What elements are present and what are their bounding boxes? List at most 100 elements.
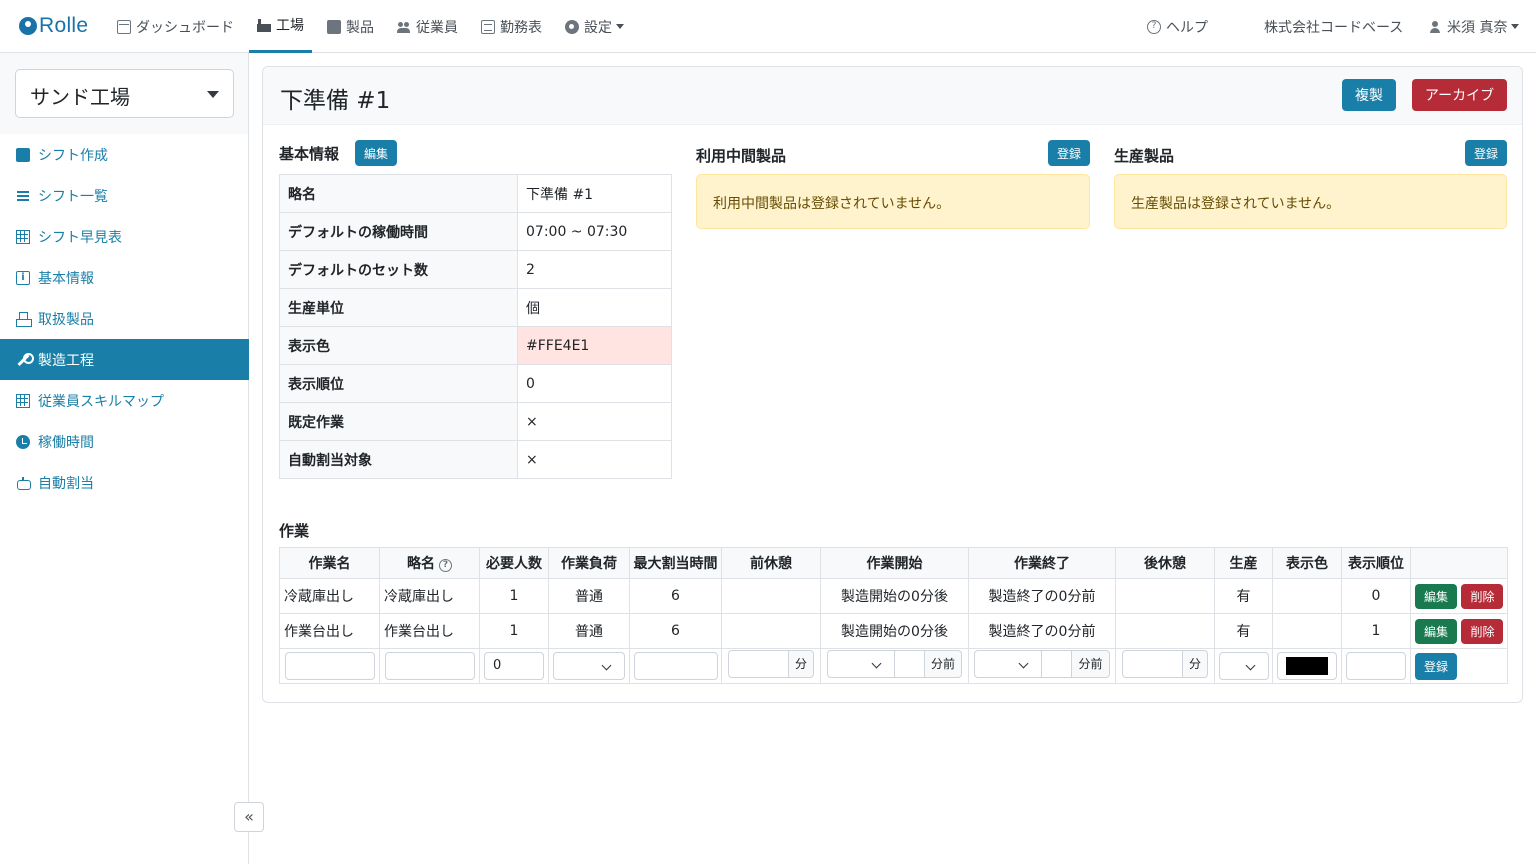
info-value: 下準備 #1 bbox=[517, 174, 672, 213]
sidebar: サンド工場 シフト作成 シフト一覧 シフト早見表 i 基本情報 取扱製品 製造工… bbox=[0, 53, 249, 864]
pre-break-input[interactable] bbox=[727, 650, 789, 678]
task-color bbox=[1272, 578, 1342, 614]
sidebar-item-basic-info[interactable]: i 基本情報 bbox=[0, 257, 249, 298]
info-key: デフォルトのセット数 bbox=[279, 250, 518, 289]
column-header bbox=[1410, 547, 1508, 579]
nav-label: 製品 bbox=[346, 19, 374, 36]
nav-label: ヘルプ bbox=[1166, 19, 1208, 36]
task-load-select[interactable] bbox=[553, 652, 625, 680]
help-icon[interactable]: ? bbox=[439, 559, 452, 572]
nav-label: 勤務表 bbox=[500, 19, 542, 36]
end-base-select[interactable] bbox=[974, 650, 1043, 678]
tasks-table: 作業名 略名? 必要人数 作業負荷 最大割当時間 前休憩 作業開始 作業終了 後… bbox=[279, 547, 1508, 684]
column-header: 後休憩 bbox=[1115, 547, 1215, 579]
info-value: 個 bbox=[517, 288, 672, 327]
start-base-select[interactable] bbox=[826, 650, 895, 678]
info-key: 表示順位 bbox=[279, 364, 518, 403]
task-name-input[interactable] bbox=[284, 652, 375, 680]
task-max-time-input[interactable] bbox=[634, 652, 718, 680]
sidebar-item-operating-hours[interactable]: 稼働時間 bbox=[0, 421, 249, 462]
nav-factory[interactable]: 工場 bbox=[249, 0, 312, 53]
new-task-form-row: 0 分 分前 分前 分 登録 bbox=[279, 648, 1508, 684]
nav-employees[interactable]: 従業員 bbox=[397, 0, 458, 53]
sidebar-item-products[interactable]: 取扱製品 bbox=[0, 298, 249, 339]
task-name: 作業台出し bbox=[279, 613, 380, 649]
task-short-name-input[interactable] bbox=[384, 652, 475, 680]
factory-icon bbox=[257, 18, 271, 32]
list-icon bbox=[16, 189, 30, 203]
robot-icon bbox=[16, 476, 31, 490]
sidebar-item-auto-assign[interactable]: 自動割当 bbox=[0, 462, 249, 503]
nav-label: 従業員 bbox=[416, 19, 458, 36]
task-register-button[interactable]: 登録 bbox=[1415, 652, 1457, 680]
brand-logo[interactable]: Rolle bbox=[19, 14, 88, 38]
column-header: 生産 bbox=[1214, 547, 1273, 579]
task-order: 1 bbox=[1341, 613, 1411, 649]
copy-button[interactable]: 複製 bbox=[1342, 79, 1396, 111]
nav-dashboard[interactable]: ダッシュボード bbox=[117, 0, 234, 53]
nav-products[interactable]: 製品 bbox=[327, 0, 374, 53]
task-edit-button[interactable]: 編集 bbox=[1415, 583, 1457, 609]
basic-info-edit-button[interactable]: 編集 bbox=[355, 140, 397, 166]
produce-select[interactable] bbox=[1219, 652, 1269, 680]
nav-label: 設定 bbox=[584, 19, 612, 36]
intermediate-register-button[interactable]: 登録 bbox=[1048, 140, 1090, 166]
task-post-break bbox=[1115, 613, 1215, 649]
task-order-input[interactable] bbox=[1346, 652, 1406, 680]
table-row: 自動割当対象 × bbox=[279, 440, 672, 479]
sidebar-item-label: 自動割当 bbox=[38, 475, 94, 492]
sidebar-item-process[interactable]: 製造工程 bbox=[0, 339, 249, 380]
column-header: 作業終了 bbox=[968, 547, 1116, 579]
minute-before-unit: 分前 bbox=[1072, 650, 1110, 678]
task-name: 冷蔵庫出し bbox=[279, 578, 380, 614]
produced-register-button[interactable]: 登録 bbox=[1465, 140, 1507, 166]
basic-info-table: 略名 下準備 #1 デフォルトの稼働時間 07:00 ~ 07:30 デフォルトのセ… bbox=[279, 174, 672, 479]
sidebar-item-shift-create[interactable]: シフト作成 bbox=[0, 134, 249, 175]
start-offset-input[interactable] bbox=[894, 650, 925, 678]
start-group: 分前 bbox=[826, 650, 962, 678]
company-name: 株式会社コードベース bbox=[1264, 19, 1404, 36]
info-key: 略名 bbox=[279, 174, 518, 213]
task-delete-button[interactable]: 削除 bbox=[1461, 618, 1504, 644]
nav-help[interactable]: ? ヘルプ bbox=[1147, 0, 1208, 53]
factory-select[interactable]: サンド工場 bbox=[15, 69, 234, 118]
task-delete-button[interactable]: 削除 bbox=[1461, 583, 1504, 609]
end-offset-input[interactable] bbox=[1042, 650, 1073, 678]
sidebar-item-label: 従業員スキルマップ bbox=[38, 393, 164, 410]
sidebar-collapse-button[interactable]: « bbox=[234, 802, 264, 832]
post-break-input[interactable] bbox=[1121, 650, 1183, 678]
sidebar-item-shift-overview[interactable]: シフト早見表 bbox=[0, 216, 249, 257]
task-order: 0 bbox=[1341, 578, 1411, 614]
archive-button[interactable]: アーカイブ bbox=[1412, 79, 1507, 111]
page-title: 下準備 #1 bbox=[280, 88, 391, 114]
calendar-plus-icon bbox=[16, 147, 30, 162]
color-picker[interactable] bbox=[1277, 652, 1337, 680]
table-row: 生産単位個 bbox=[279, 288, 672, 327]
info-key: 生産単位 bbox=[279, 288, 518, 327]
person-icon bbox=[1428, 20, 1442, 34]
sidebar-item-shift-list[interactable]: シフト一覧 bbox=[0, 175, 249, 216]
task-color bbox=[1272, 613, 1342, 649]
sidebar-item-skill-map[interactable]: 従業員スキルマップ bbox=[0, 380, 249, 421]
boxes-icon bbox=[16, 311, 32, 327]
nav-settings-dropdown[interactable]: 設定 bbox=[565, 0, 624, 53]
task-start: 製造開始の0分後 bbox=[820, 613, 969, 649]
table-row: デフォルトの稼働時間 07:00 ~ 07:30 bbox=[279, 212, 672, 251]
users-icon bbox=[397, 20, 411, 34]
minute-unit: 分 bbox=[788, 650, 814, 678]
info-value: × bbox=[517, 402, 672, 441]
nav-roster[interactable]: 勤務表 bbox=[481, 0, 542, 53]
table-row: 表示色 #FFE4E1 bbox=[279, 326, 672, 365]
task-people-input[interactable]: 0 bbox=[484, 652, 544, 680]
info-value: 0 bbox=[517, 364, 672, 403]
task-edit-button[interactable]: 編集 bbox=[1415, 618, 1457, 644]
user-name: 米須 真奈 bbox=[1447, 19, 1508, 36]
task-short-name: 冷蔵庫出し bbox=[379, 578, 480, 614]
top-navbar: Rolle ダッシュボード 工場 製品 従業員 勤務表 設定 ? ヘルプ 株式会… bbox=[0, 0, 1536, 53]
brand-name: Rolle bbox=[39, 14, 89, 37]
sidebar-item-label: 製造工程 bbox=[38, 352, 94, 369]
table-row: 作業台出し 作業台出し 1 普通 6 製造開始の0分後 製造終了の0分前 有 1… bbox=[279, 613, 1508, 649]
box-icon bbox=[327, 19, 341, 34]
table-row: 冷蔵庫出し 冷蔵庫出し 1 普通 6 製造開始の0分後 製造終了の0分前 有 0… bbox=[279, 578, 1508, 614]
user-menu-dropdown[interactable]: 米須 真奈 bbox=[1428, 0, 1519, 53]
